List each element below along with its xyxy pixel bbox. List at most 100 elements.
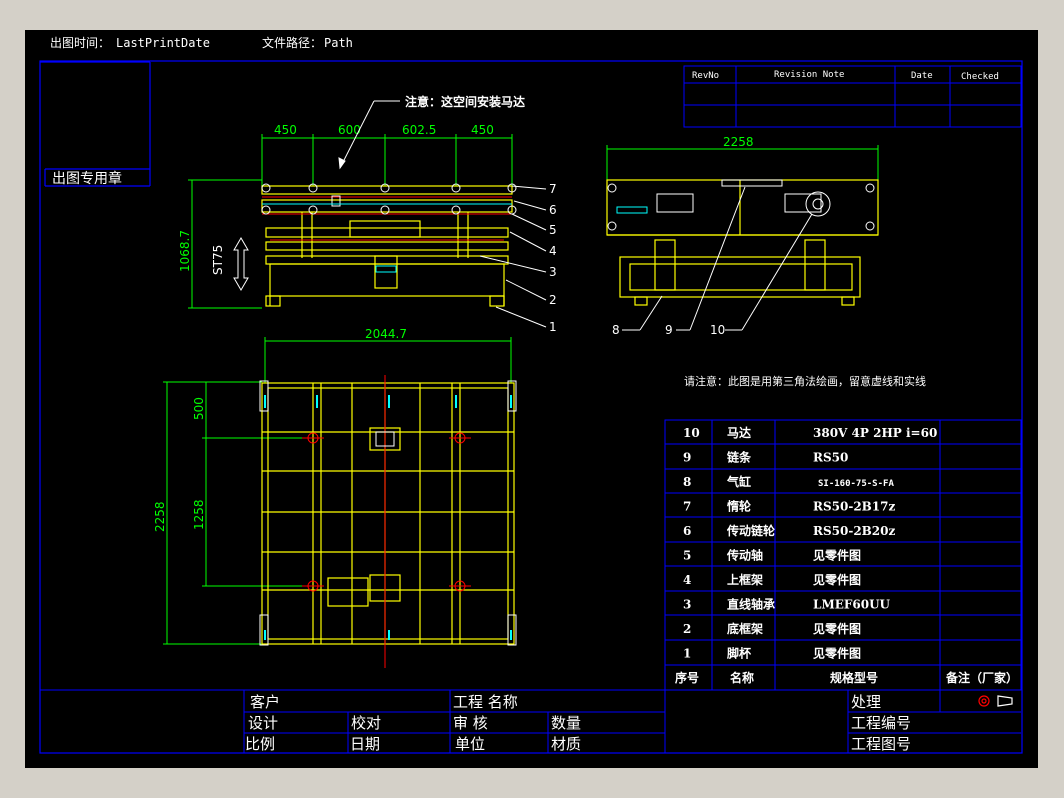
dim-600: 600	[338, 123, 361, 137]
stroke-label: ST75	[211, 245, 225, 275]
cad-drawing: 出图时间： LastPrintDate 文件路径： Path 出图专用章 Rev…	[39, 35, 1023, 754]
bom-header-no: 序号	[675, 670, 699, 685]
dim-450-right: 450	[471, 123, 494, 137]
bom-row-no: 1	[683, 647, 691, 661]
scale-label: 比例	[245, 735, 275, 753]
balloon-2: 2	[549, 293, 557, 307]
bom-row-name: 链条	[727, 450, 752, 465]
bom-row-spec: RS50	[813, 451, 848, 465]
top-dim-labels: 2044.7 500 1258 2258	[153, 327, 407, 532]
bom-header-spec: 规格型号	[830, 670, 878, 685]
bom-row-no: 7	[683, 500, 691, 514]
front-balloon-numbers: 7 6 5 4 3 2 1	[549, 182, 557, 334]
projection-note: 请注意：此图是用第三角法绘画，留意虚线和实线	[684, 374, 926, 388]
side-cyan	[616, 206, 648, 214]
dim-500: 500	[192, 397, 206, 420]
side-view: 2258 8 9 10	[606, 135, 879, 337]
front-view: 450 600 602.5 450 1068.7 ST75 注意：这空间安装马达	[178, 94, 557, 334]
unit-label: 单位	[455, 735, 485, 753]
top-view: 2044.7 500 1258 2258	[153, 327, 517, 668]
top-sprockets	[259, 380, 517, 646]
front-red-lines	[262, 196, 512, 241]
bom-row-no: 9	[683, 451, 691, 465]
process-label: 处理	[851, 693, 881, 711]
project-name-label: 工程 名称	[453, 693, 518, 711]
quantity-label: 数量	[551, 714, 581, 732]
dim-450-left: 450	[274, 123, 297, 137]
bom-row-no: 4	[683, 573, 691, 587]
bom-header-name: 名称	[730, 670, 754, 685]
print-date-label: 出图时间：	[50, 36, 110, 50]
top-centerlines	[302, 375, 471, 668]
bom-row-name: 马达	[727, 425, 751, 440]
title-block-labels: 客户 工程 名称 处理 设计 校对 审 核 数量 工程编号 比例 日期 单位 材…	[245, 693, 911, 753]
dim-height: 1068.7	[178, 230, 192, 272]
path-label: 文件路径：	[262, 35, 322, 50]
bom-row-spec: 380V 4P 2HP i=60	[813, 426, 937, 440]
proofread-label: 校对	[351, 714, 381, 732]
side-details	[607, 179, 875, 231]
bom-row-no: 2	[683, 622, 691, 636]
side-machine-frame	[606, 179, 879, 306]
rev-no-header: RevNo	[692, 71, 719, 81]
balloon-7: 7	[549, 182, 557, 196]
bom-row-name: 直线轴承	[727, 597, 775, 612]
path-value: Path	[324, 36, 353, 50]
checked-header: Checked	[961, 72, 999, 82]
material-label: 材质	[551, 735, 581, 753]
customer-label: 客户	[250, 693, 280, 711]
side-width-dim: 2258	[723, 135, 754, 149]
bom-row-name: 脚杯	[727, 646, 752, 661]
design-label: 设计	[248, 714, 278, 732]
bom-row-no: 10	[683, 426, 700, 440]
date-header: Date	[911, 71, 933, 81]
side-leaders	[622, 186, 813, 331]
bom-row-spec: 见零件图	[813, 548, 861, 563]
drawing-no-label: 工程图号	[851, 735, 911, 753]
bom-row-spec: 见零件图	[813, 572, 861, 587]
bom-row-name: 传动轴	[726, 548, 763, 563]
bom-row-no: 8	[683, 475, 691, 489]
top-frame	[261, 382, 515, 645]
review-label: 审 核	[453, 714, 488, 732]
balloon-1: 1	[549, 320, 557, 334]
front-sprockets	[261, 183, 517, 215]
balloon-10: 10	[710, 323, 725, 337]
bom-row-spec: SI-160-75-S-FA	[818, 479, 894, 489]
balloon-6: 6	[549, 203, 557, 217]
balloon-3: 3	[549, 265, 557, 279]
drawing-sheet: 出图时间： LastPrintDate 文件路径： Path 出图专用章 Rev…	[25, 30, 1038, 768]
dim-1258: 1258	[192, 499, 206, 530]
drawing-frame	[39, 60, 1023, 754]
motor-space-note: 注意：这空间安装马达	[405, 94, 525, 109]
project-no-label: 工程编号	[851, 714, 911, 732]
revision-headers: RevNo Revision Note Date Checked	[692, 70, 999, 82]
stroke-arrow	[233, 237, 249, 291]
bom-rows: 10 马达 380V 4P 2HP i=60 9 链条 RS50 8 气缸 SI-160-75-…	[683, 425, 937, 661]
bom-row-name: 传动链轮	[726, 523, 776, 538]
top-width-dim: 2044.7	[365, 327, 407, 341]
balloon-8: 8	[612, 323, 620, 337]
dim-602-5: 602.5	[402, 123, 436, 137]
balloon-5: 5	[549, 223, 557, 237]
revision-note-header: Revision Note	[774, 70, 844, 80]
bom-row-no: 6	[683, 524, 691, 538]
bom-header-row: 序号 名称 规格型号 备注（厂家）	[675, 670, 1018, 685]
date-label: 日期	[350, 735, 380, 753]
third-angle-projection-icon	[978, 695, 1013, 707]
side-dimension	[606, 145, 879, 180]
balloon-4: 4	[549, 244, 557, 258]
bom-row-spec: RS50-2B17z	[813, 500, 896, 514]
stamp-label: 出图专用章	[52, 170, 122, 187]
bom-row-no: 5	[683, 549, 691, 563]
balloon-9: 9	[665, 323, 673, 337]
dim-2258: 2258	[153, 501, 167, 532]
bom-row-name: 底框架	[727, 621, 763, 636]
bom-row-name: 惰轮	[727, 499, 752, 514]
bom-row-name: 上框架	[727, 572, 763, 587]
bom-row-spec: RS50-2B20z	[813, 524, 896, 538]
bom-row-no: 3	[683, 598, 691, 612]
bom-header-remark: 备注（厂家）	[945, 670, 1018, 685]
bom-row-name: 气缸	[726, 474, 751, 489]
bom-row-spec: LMEF60UU	[813, 598, 891, 612]
